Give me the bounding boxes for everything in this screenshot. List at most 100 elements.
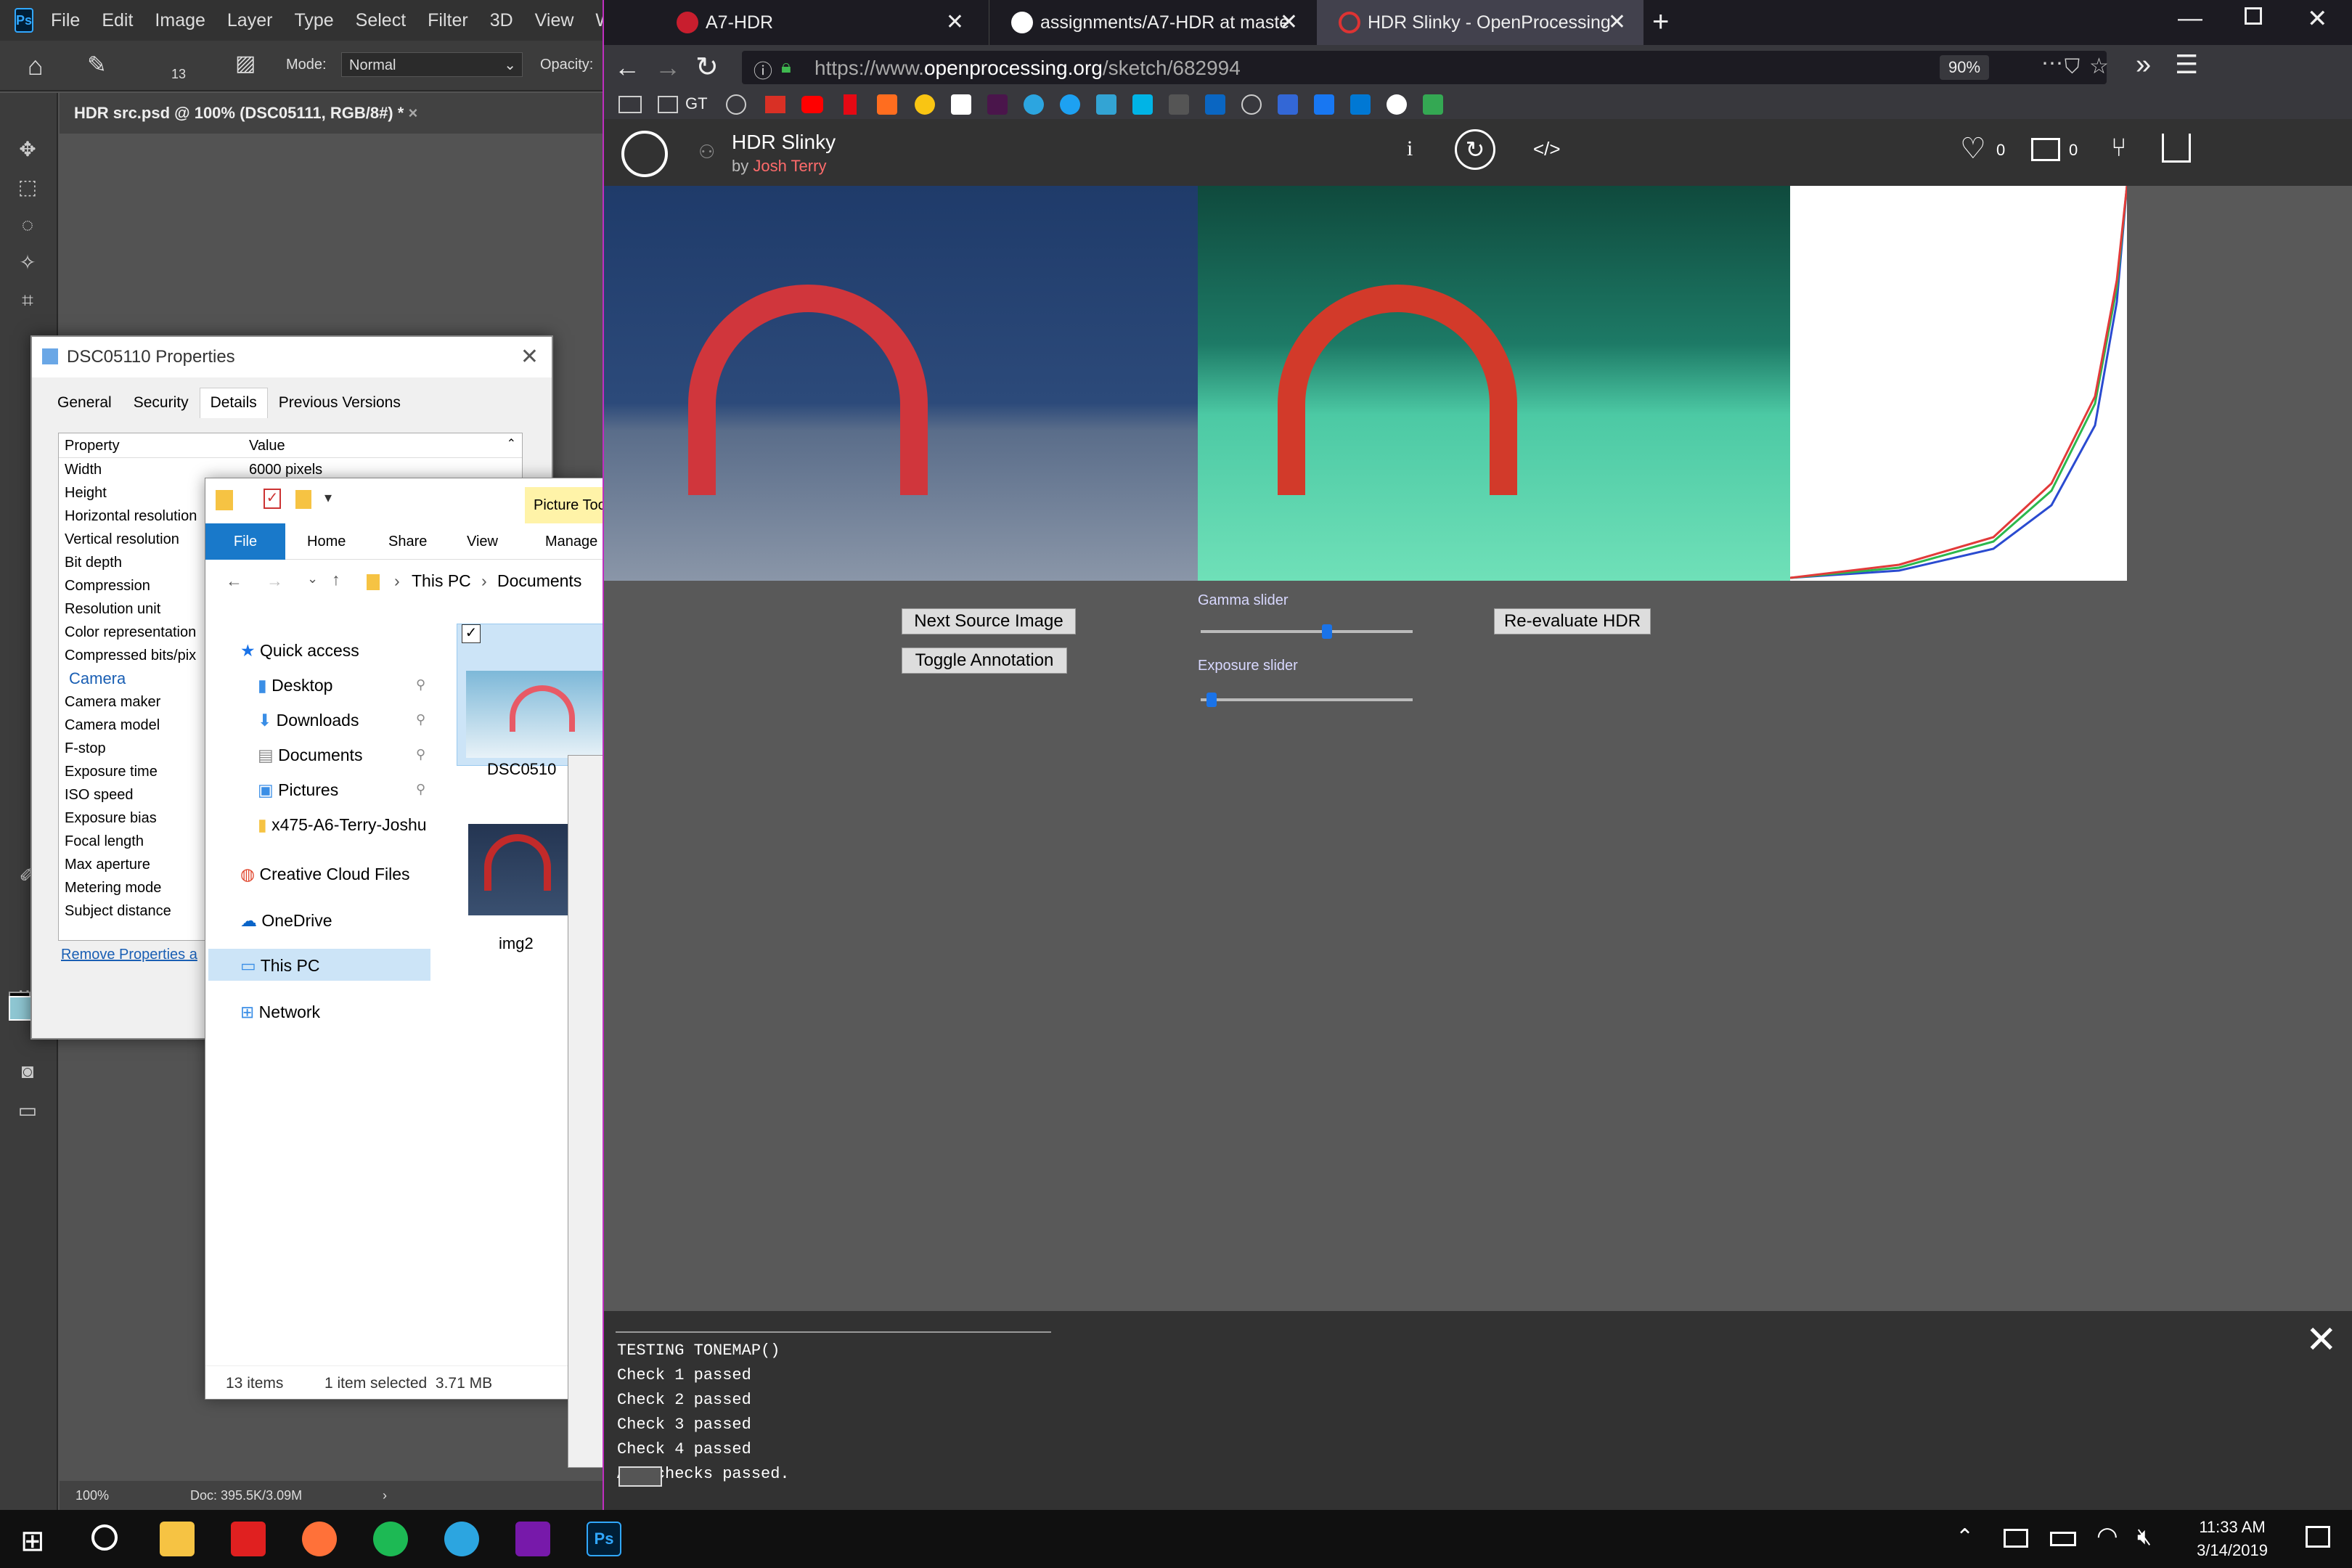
clock[interactable]: 11:33 AM 3/14/2019 [2178, 1516, 2287, 1562]
property-row[interactable]: Height [59, 481, 204, 505]
file-explorer-taskbar-icon[interactable] [160, 1522, 195, 1556]
brush-icon[interactable]: ✎ [87, 51, 107, 78]
onenote-taskbar-icon[interactable] [515, 1522, 550, 1556]
sketch-canvas[interactable]: Next Source Image Toggle Annotation Gamm… [604, 185, 2352, 1311]
property-row[interactable]: Camera model [59, 714, 204, 737]
property-row[interactable]: Compression [59, 574, 204, 597]
bookmark-app-icon[interactable] [1169, 94, 1189, 115]
hamburger-menu-icon[interactable]: ☰ [2175, 49, 2198, 80]
nav-pictures[interactable]: ▣ Pictures [258, 780, 338, 800]
keep-icon[interactable] [915, 94, 935, 115]
pin-icon[interactable]: ⚲ [416, 782, 425, 797]
author-link[interactable]: Josh Terry [753, 157, 826, 175]
ps-menu-layer[interactable]: Layer [227, 10, 273, 31]
maximize-icon[interactable] [2245, 7, 2262, 25]
lock-icon[interactable]: 🔒︎ [781, 55, 791, 78]
tab-security[interactable]: Security [123, 388, 200, 418]
gamma-slider-thumb[interactable] [1322, 624, 1332, 639]
code-icon[interactable]: </> [1533, 138, 1561, 160]
flickr-icon[interactable] [1387, 94, 1407, 115]
property-row[interactable]: Compressed bits/pix [59, 644, 204, 667]
forward-icon[interactable]: → [655, 52, 681, 83]
property-row[interactable]: Exposure time [59, 760, 204, 783]
volume-muted-icon[interactable]: 🔇︎ [2137, 1523, 2152, 1551]
netflix-icon[interactable] [844, 94, 857, 115]
action-center-icon[interactable] [2306, 1526, 2330, 1548]
globe-icon[interactable] [726, 94, 746, 115]
feed-icon[interactable] [877, 94, 897, 115]
ribbon-share-tab[interactable]: Share [388, 534, 427, 550]
property-row[interactable]: ISO speed [59, 783, 204, 807]
gmail-icon[interactable] [765, 96, 785, 113]
photoshop-taskbar-icon[interactable]: Ps [587, 1522, 621, 1556]
nav-desktop[interactable]: ▮ Desktop [258, 676, 332, 695]
property-row[interactable]: Resolution unit [59, 597, 204, 621]
new-tab-icon[interactable]: + [1652, 6, 1669, 38]
nav-network[interactable]: ⊞ Network [240, 1003, 320, 1022]
checkbox-icon[interactable]: ✓ [462, 624, 481, 643]
keyboard-icon[interactable] [618, 1466, 662, 1487]
comment-icon[interactable] [2031, 138, 2060, 161]
ribbon-manage-tab[interactable]: Manage [545, 534, 597, 550]
tab-hdr-slinky[interactable]: HDR Slinky - OpenProcessing ✕ [1317, 0, 1643, 45]
creative-cloud-taskbar-icon[interactable] [231, 1522, 266, 1556]
exposure-slider-thumb[interactable] [1206, 693, 1217, 707]
tab-a7-hdr[interactable]: A7-HDR ✕ [655, 0, 981, 45]
gamma-slider[interactable] [1201, 624, 1413, 639]
col-header-value[interactable]: Value [249, 438, 285, 454]
minimize-icon[interactable]: — [2178, 4, 2202, 33]
marquee-tool-icon[interactable]: ⬚ [15, 174, 41, 200]
telegram-taskbar-icon[interactable] [444, 1522, 479, 1556]
tab-general[interactable]: General [46, 388, 123, 418]
move-tool-icon[interactable]: ✥ [15, 136, 41, 163]
ps-menu-select[interactable]: Select [356, 10, 406, 31]
exposure-slider[interactable] [1201, 693, 1413, 707]
file-name[interactable]: DSC0510 [487, 760, 556, 779]
picture-tools-tab[interactable]: Picture Too [525, 487, 603, 523]
screen-mode-icon[interactable]: ▭ [15, 1098, 41, 1124]
facebook-icon[interactable] [1314, 94, 1334, 115]
ps-menu-image[interactable]: Image [155, 10, 205, 31]
close-icon[interactable]: ✕ [520, 337, 539, 377]
amazon-icon[interactable] [951, 94, 971, 115]
property-row[interactable]: Camera maker [59, 690, 204, 714]
property-row[interactable]: Focal length [59, 830, 204, 853]
ps-menu-view[interactable]: View [535, 10, 574, 31]
ps-menu-3d[interactable]: 3D [490, 10, 513, 31]
brush-panel-icon[interactable]: ▨ [235, 51, 256, 76]
ps-document-tab[interactable]: HDR src.psd @ 100% (DSC05111, RGB/8#) * … [60, 93, 603, 134]
ps-zoom-level[interactable]: 100% [75, 1481, 109, 1510]
linkedin-icon[interactable] [1205, 94, 1225, 115]
crop-tool-icon[interactable]: ⌗ [15, 287, 41, 314]
property-row[interactable]: Horizontal resolution [59, 505, 204, 528]
wifi-icon[interactable]: ◠ [2096, 1522, 2118, 1551]
twitter-icon[interactable] [1060, 94, 1080, 115]
reevaluate-hdr-button[interactable]: Re-evaluate HDR [1494, 608, 1651, 634]
battery-icon[interactable] [2050, 1532, 2076, 1546]
quick-mask-icon[interactable]: ◙ [15, 1058, 41, 1085]
bookmark-app-icon[interactable] [1132, 94, 1153, 115]
property-row[interactable]: Bit depth [59, 551, 204, 574]
scroll-up-icon[interactable]: ⌃ [507, 436, 516, 451]
blend-mode-select[interactable]: Normal ⌄ [341, 52, 523, 77]
properties-check-icon[interactable]: ✓ [264, 489, 281, 509]
tab-details[interactable]: Details [199, 388, 268, 418]
folder-icon[interactable] [618, 96, 642, 113]
pin-icon[interactable]: ⚲ [416, 712, 425, 727]
recent-locations-icon[interactable]: ⌄ [307, 571, 318, 587]
forward-icon[interactable]: → [266, 571, 283, 591]
reload-icon[interactable]: ↻ [695, 51, 719, 83]
spotify-taskbar-icon[interactable] [373, 1522, 408, 1556]
nav-onedrive[interactable]: ☁ OneDrive [240, 911, 332, 931]
calendar-icon[interactable] [1278, 94, 1298, 115]
home-icon[interactable]: ⌂ [28, 51, 44, 81]
telegram-icon[interactable] [1024, 94, 1044, 115]
ribbon-view-tab[interactable]: View [467, 534, 498, 550]
thumbnail-slinky-dark[interactable] [468, 824, 570, 915]
openprocessing-logo-icon[interactable] [621, 131, 668, 177]
nav-quick-access[interactable]: ★ Quick access [240, 641, 359, 661]
ps-menu-edit[interactable]: Edit [102, 10, 133, 31]
back-icon[interactable]: ← [614, 52, 640, 83]
file-tile-selected[interactable]: ✓ [457, 624, 603, 766]
heart-icon[interactable]: ♡ [1960, 132, 1986, 166]
